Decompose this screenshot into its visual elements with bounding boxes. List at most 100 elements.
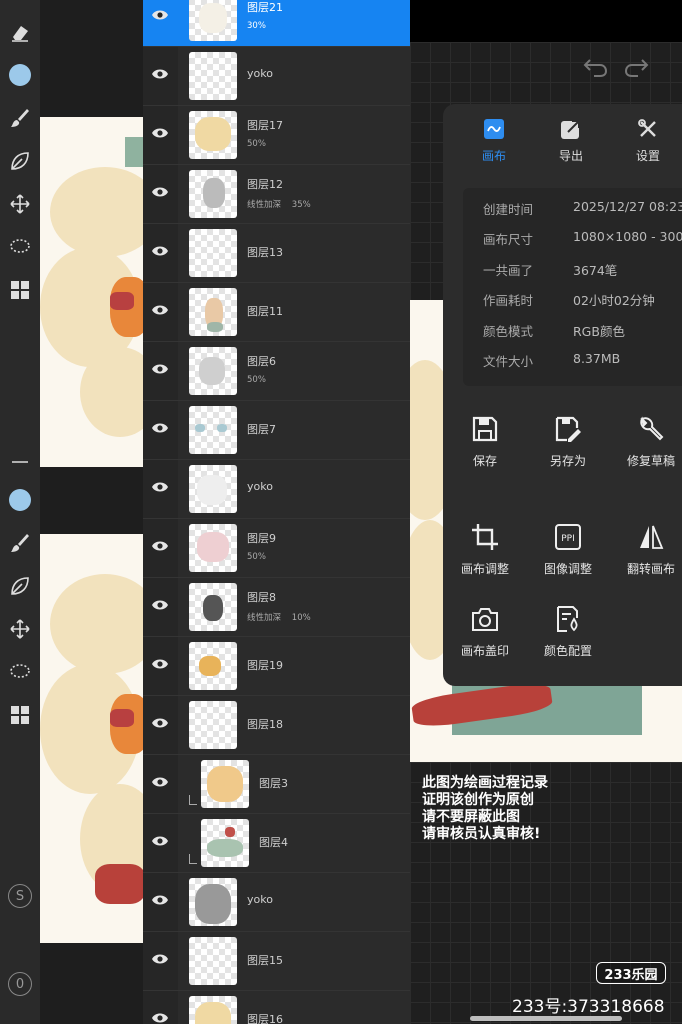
color-doc-icon [557, 606, 578, 632]
thumbnail-art [197, 532, 229, 562]
eye-icon[interactable] [151, 303, 169, 317]
layer-thumbnail [189, 229, 237, 277]
layer-row[interactable]: yoko [143, 873, 410, 932]
brush-tool-2[interactable] [0, 521, 40, 564]
eye-icon[interactable] [151, 421, 169, 435]
leaf-icon [11, 576, 29, 595]
undo-button[interactable] [582, 52, 610, 80]
layer-row[interactable]: 图层13 [143, 224, 410, 283]
eye-icon[interactable] [151, 480, 169, 494]
layer-row[interactable]: 图层21 30% [143, 0, 410, 47]
lasso-tool-2[interactable] [0, 650, 40, 693]
layer-row[interactable]: 图层18 [143, 696, 410, 755]
brush-tool[interactable] [0, 96, 40, 139]
color-config-button[interactable]: 颜色配置 [528, 604, 608, 664]
thumbnail-art [225, 827, 235, 837]
layer-row[interactable]: 图层6 50% [143, 342, 410, 401]
smudge-tool-2[interactable] [0, 564, 40, 607]
layer-row[interactable]: 图层19 [143, 637, 410, 696]
layer-name: 图层9 [247, 532, 276, 545]
layer-thumbnail [189, 583, 237, 631]
layer-row[interactable]: 图层4 [143, 814, 410, 873]
canvas-preview-bottom[interactable] [40, 534, 145, 943]
eye-icon[interactable] [151, 657, 169, 671]
tool-partial-eraser[interactable] [0, 461, 40, 478]
layer-thumbnail [189, 701, 237, 749]
layer-row[interactable]: yoko [143, 47, 410, 106]
redo-button[interactable] [622, 52, 650, 80]
eye-icon[interactable] [151, 362, 169, 376]
save-as-button[interactable]: 另存为 [528, 414, 608, 474]
tab-settings[interactable]: 设置 [618, 118, 678, 168]
toolbar-bottom: S 0 [0, 461, 40, 1024]
info-strokes-value: 3674笔 [573, 263, 618, 278]
export-icon [561, 120, 580, 139]
tool-partial-icon[interactable] [0, 0, 40, 10]
eye-icon[interactable] [151, 834, 169, 848]
layer-row[interactable]: 图层3 [143, 755, 410, 814]
layer-thumbnail [189, 406, 237, 454]
layer-row[interactable]: 图层12 线性加深 35% [143, 165, 410, 224]
eye-icon[interactable] [151, 716, 169, 730]
color-swatch[interactable] [0, 53, 40, 96]
art-bow [110, 292, 134, 310]
image-adjust-label: 图像调整 [543, 562, 592, 576]
art-bow [110, 709, 134, 727]
layer-row[interactable]: 图层11 [143, 283, 410, 342]
eye-icon[interactable] [151, 1011, 169, 1024]
layer-row[interactable]: yoko [143, 460, 410, 519]
layer-row[interactable]: 图层16 [143, 991, 410, 1024]
tab-export[interactable]: 导出 [541, 118, 601, 168]
thumbnail-art [195, 117, 231, 151]
eye-icon[interactable] [151, 8, 169, 22]
lasso-tool[interactable] [0, 225, 40, 268]
repair-label: 修复草稿 [626, 454, 675, 468]
save-button[interactable]: 保存 [445, 414, 525, 474]
layers-tool-2[interactable] [0, 693, 40, 736]
home-indicator[interactable] [470, 1016, 622, 1021]
eraser-tool[interactable] [0, 10, 40, 53]
tab-export-label: 导出 [558, 149, 583, 163]
eye-icon[interactable] [151, 67, 169, 81]
thumbnail-art [195, 884, 231, 924]
eye-icon[interactable] [151, 539, 169, 553]
eye-icon[interactable] [151, 775, 169, 789]
layer-row[interactable]: 图层8 线性加深 10% [143, 578, 410, 637]
leaf-icon [11, 151, 29, 170]
layer-row[interactable]: 图层15 [143, 932, 410, 991]
zero-button[interactable]: 0 [8, 972, 32, 996]
redo-icon [624, 59, 649, 77]
color-swatch-2[interactable] [0, 478, 40, 521]
layer-row[interactable]: 图层9 50% [143, 519, 410, 578]
layer-name: 图层3 [259, 777, 288, 790]
canvas-stamp-button[interactable]: 画布盖印 [445, 604, 525, 664]
eye-icon[interactable] [151, 185, 169, 199]
tab-canvas[interactable]: 画布 [464, 118, 524, 168]
layer-row[interactable]: 图层17 50% [143, 106, 410, 165]
toolbar-top [0, 0, 40, 466]
eye-icon[interactable] [151, 126, 169, 140]
info-time-label: 作画耗时 [483, 293, 534, 308]
eye-icon[interactable] [151, 244, 169, 258]
image-adjust-button[interactable]: PPI 图像调整 [528, 522, 608, 582]
canvas-icon [484, 119, 504, 139]
canvas-adjust-button[interactable]: 画布调整 [445, 522, 525, 582]
repair-draft-button[interactable]: 修复草稿 [611, 414, 682, 474]
layer-row[interactable]: 图层7 [143, 401, 410, 460]
flip-canvas-button[interactable]: 翻转画布 [611, 522, 682, 582]
canvas-preview-top[interactable] [40, 117, 145, 467]
eye-icon[interactable] [151, 893, 169, 907]
eye-icon[interactable] [151, 598, 169, 612]
lasso-icon [10, 238, 30, 253]
move-tool-2[interactable] [0, 607, 40, 650]
art-blob [50, 167, 145, 257]
eye-icon[interactable] [151, 952, 169, 966]
note-line-1: 此图为绘画过程记录 [422, 775, 548, 791]
info-color-value: RGB颜色 [573, 324, 625, 339]
tools-icon [638, 119, 656, 137]
thumbnail-art [203, 178, 225, 208]
s-button[interactable]: S [8, 884, 32, 908]
layers-tool[interactable] [0, 268, 40, 311]
move-tool[interactable] [0, 182, 40, 225]
smudge-tool[interactable] [0, 139, 40, 182]
